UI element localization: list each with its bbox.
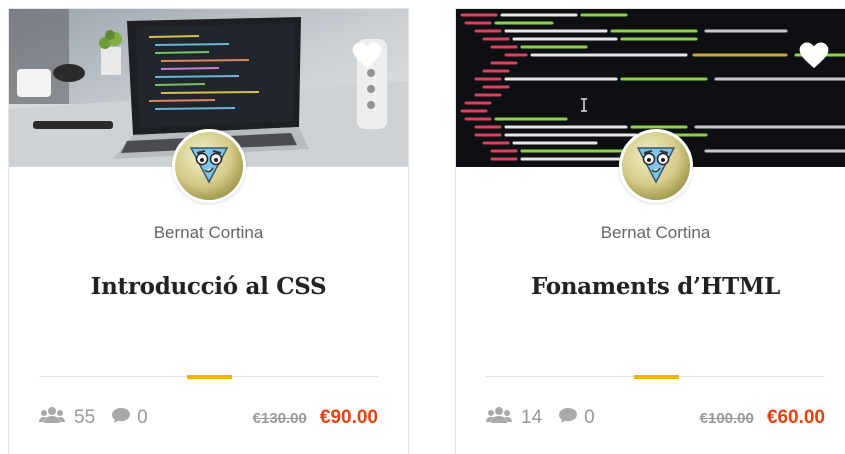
sale-price: €90.00 <box>319 407 378 428</box>
users-icon <box>486 406 512 430</box>
price: €130.00 €90.00 <box>253 407 378 429</box>
students-count: 55 <box>74 407 96 428</box>
course-meta: 55 0 <box>39 405 148 431</box>
accent-bar <box>634 375 679 379</box>
users-icon <box>39 406 65 430</box>
original-price: €130.00 <box>252 410 307 427</box>
price: €100.00 €60.00 <box>700 407 825 429</box>
comment-icon <box>111 407 131 430</box>
students-count: 14 <box>521 407 543 428</box>
comments-count: 0 <box>137 407 148 428</box>
course-card[interactable]: Bernat Cortina Introducció al CSS 55 0 €… <box>8 8 409 454</box>
course-card[interactable]: Bernat Cortina Fonaments d’HTML 14 0 €10… <box>455 8 845 454</box>
author-avatar[interactable] <box>172 129 246 203</box>
comment-icon <box>558 407 578 430</box>
course-title[interactable]: Fonaments d’HTML <box>456 273 845 300</box>
course-title[interactable]: Introducció al CSS <box>9 273 408 300</box>
original-price: €100.00 <box>699 410 754 427</box>
comments-count: 0 <box>584 407 595 428</box>
author-name[interactable]: Bernat Cortina <box>456 223 845 243</box>
favorite-heart-icon[interactable] <box>799 41 829 69</box>
course-meta: 14 0 <box>486 405 595 431</box>
favorite-heart-icon[interactable] <box>352 41 382 69</box>
author-name[interactable]: Bernat Cortina <box>9 223 408 243</box>
sale-price: €60.00 <box>766 407 825 428</box>
accent-bar <box>187 375 232 379</box>
author-avatar[interactable] <box>619 129 693 203</box>
